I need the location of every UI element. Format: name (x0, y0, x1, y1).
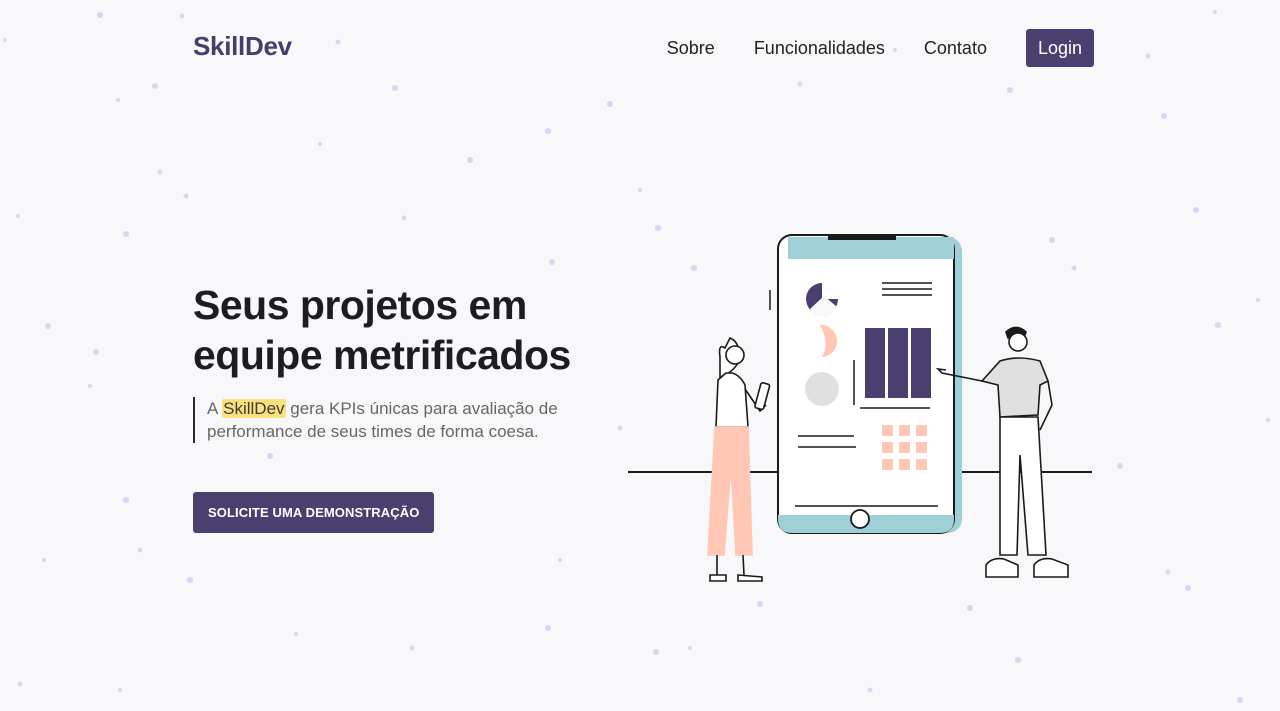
woman-figure (707, 336, 771, 582)
hero-desc-highlight: SkillDev (222, 399, 286, 418)
hero-section: Seus projetos em equipe metrificados A S… (193, 280, 623, 533)
hero-desc-prefix: A (207, 399, 223, 418)
hero-illustration (628, 234, 1092, 582)
phone-illustration (769, 234, 962, 534)
brand-logo[interactable]: SkillDev (193, 31, 292, 62)
main-nav: Sobre Funcionalidades Contato Login (667, 29, 1094, 67)
login-button[interactable]: Login (1025, 29, 1094, 67)
hero-title-line1: Seus projetos em (193, 282, 527, 328)
site-header: SkillDev Sobre Funcionalidades Contato L… (0, 0, 1280, 95)
nav-link-funcionalidades[interactable]: Funcionalidades (754, 30, 885, 67)
hero-title-line2: equipe metrificados (193, 332, 571, 378)
nav-link-sobre[interactable]: Sobre (667, 30, 715, 67)
hero-description: A SkillDev gera KPIs únicas para avaliaç… (193, 397, 623, 443)
hero-title: Seus projetos em equipe metrificados (193, 280, 623, 380)
request-demo-button[interactable]: SOLICITE UMA DEMONSTRAÇÃO (193, 492, 435, 533)
nav-link-contato[interactable]: Contato (924, 30, 987, 67)
